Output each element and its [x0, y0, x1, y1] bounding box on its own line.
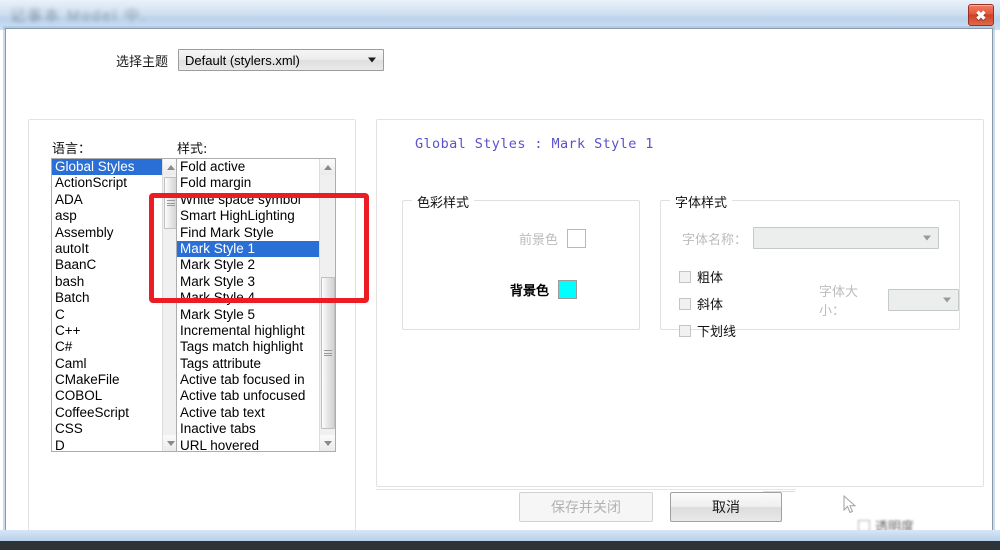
language-item[interactable]: CSS: [52, 421, 162, 437]
background-bottom-dark: [0, 541, 1000, 550]
style-listbox[interactable]: Fold active Fold margin White space symbol…: [176, 158, 336, 452]
checkbox-icon[interactable]: [679, 297, 691, 310]
font-size-select[interactable]: [888, 289, 959, 311]
language-item[interactable]: D: [52, 438, 162, 451]
chevron-down-icon: [368, 57, 377, 63]
style-caption: 样式:: [177, 142, 208, 157]
triangle-down-icon: [167, 440, 175, 446]
screenshot-root: 记事本 Model 中. ✖ 选择主题 Default (stylers.xml…: [0, 0, 1000, 550]
language-item[interactable]: ActionScript: [52, 175, 162, 191]
foreground-color-swatch[interactable]: [567, 229, 587, 248]
color-style-fieldset: 色彩样式 前景色 背景色: [402, 192, 640, 330]
style-item[interactable]: Inactive tabs: [177, 421, 319, 437]
foreground-color-row: 前景色: [519, 229, 587, 248]
background-color-label: 背景色: [510, 284, 550, 299]
style-scrollbar-thumb[interactable]: [321, 277, 335, 429]
font-style-checkbox-row[interactable]: 粗体: [679, 267, 736, 286]
style-item[interactable]: Mark Style 2: [177, 257, 319, 273]
style-scrollbar[interactable]: [319, 159, 335, 451]
style-item[interactable]: Tags attribute: [177, 356, 319, 372]
grip-icon: [167, 200, 175, 206]
background-window-title: 记事本 Model 中.: [10, 7, 148, 24]
style-item[interactable]: URL hovered: [177, 438, 319, 451]
style-item[interactable]: Fold active: [177, 159, 319, 175]
language-item[interactable]: CMakeFile: [52, 372, 162, 388]
style-item[interactable]: Mark Style 5: [177, 307, 319, 323]
color-style-legend: 色彩样式: [412, 192, 475, 211]
font-style-legend: 字体样式: [670, 192, 733, 211]
language-item[interactable]: bash: [52, 274, 162, 290]
font-size-label: 字体大小：: [819, 285, 859, 319]
style-scroll-up-button[interactable]: [320, 159, 335, 175]
chevron-down-icon: [923, 235, 932, 241]
close-icon: ✖: [975, 7, 987, 23]
cancel-button[interactable]: 取消: [670, 492, 782, 522]
font-style-checkbox-label: 下划线: [697, 325, 737, 340]
triangle-up-icon: [167, 164, 175, 170]
grip-icon: [324, 350, 332, 356]
font-name-select[interactable]: [753, 227, 940, 249]
style-list-items[interactable]: Fold active Fold margin White space symbol…: [177, 159, 319, 451]
style-item[interactable]: Smart HighLighting: [177, 208, 319, 224]
style-detail-group: Global Styles : Mark Style 1 色彩样式 前景色 背景…: [376, 119, 984, 487]
save-and-close-button[interactable]: 保存并关闭: [519, 492, 653, 522]
language-item[interactable]: autoIt: [52, 241, 162, 257]
close-window-button[interactable]: ✖: [968, 4, 994, 26]
font-style-fieldset: 字体样式 字体名称： 粗体斜体下划线 字体大小：: [660, 192, 960, 340]
lists-group: 语言： 样式: Global Styles ActionScript ADA asp A…: [28, 119, 356, 547]
footer-separator: [376, 489, 796, 490]
style-item[interactable]: Mark Style 1: [177, 240, 319, 258]
language-list-items[interactable]: Global Styles ActionScript ADA asp Assembly a…: [52, 159, 162, 451]
style-scroll-down-button[interactable]: [320, 435, 335, 451]
theme-select[interactable]: Default (stylers.xml): [178, 49, 385, 71]
font-name-row: 字体名称：: [682, 227, 940, 249]
language-item[interactable]: BaanC: [52, 257, 162, 273]
font-style-checkboxes: 粗体 斜体 下划线: [679, 267, 736, 348]
language-item[interactable]: Batch: [52, 290, 162, 306]
style-item[interactable]: Find Mark Style: [177, 225, 319, 241]
language-item[interactable]: ADA: [52, 192, 162, 208]
language-item[interactable]: Global Styles: [52, 159, 162, 176]
style-item[interactable]: Mark Style 4: [177, 290, 319, 306]
checkbox-icon[interactable]: [679, 270, 691, 283]
style-configurator-dialog: 选择主题 Default (stylers.xml) 语言： 样式: Globa…: [5, 28, 993, 550]
font-name-label: 字体名称：: [682, 232, 748, 248]
style-detail-title: Global Styles : Mark Style 1: [415, 136, 654, 152]
language-item[interactable]: CoffeeScript: [52, 405, 162, 421]
background-color-swatch[interactable]: [558, 280, 578, 299]
font-style-checkbox-row[interactable]: 斜体: [679, 294, 736, 313]
language-item[interactable]: Assembly: [52, 225, 162, 241]
language-caption: 语言：: [52, 142, 92, 157]
font-style-checkbox-row[interactable]: 下划线: [679, 321, 736, 340]
style-item[interactable]: Active tab unfocused: [177, 388, 319, 404]
theme-label: 选择主题: [116, 54, 169, 70]
language-item[interactable]: C: [52, 307, 162, 323]
language-item[interactable]: C#: [52, 339, 162, 355]
style-item[interactable]: Tags match highlight: [177, 339, 319, 355]
foreground-color-label: 前景色: [519, 233, 559, 248]
language-listbox[interactable]: Global Styles ActionScript ADA asp Assembly a…: [51, 158, 179, 452]
style-item[interactable]: White space symbol: [177, 192, 319, 208]
style-item[interactable]: Incremental highlight: [177, 323, 319, 339]
language-item[interactable]: C++: [52, 323, 162, 339]
theme-selector-row: 选择主题 Default (stylers.xml): [116, 49, 385, 71]
style-item[interactable]: Fold margin: [177, 175, 319, 191]
font-style-checkbox-label: 斜体: [697, 298, 724, 313]
chevron-down-icon: [943, 297, 951, 303]
triangle-down-icon: [324, 440, 332, 446]
font-size-row: 字体大小：: [819, 281, 959, 319]
language-item[interactable]: Caml: [52, 356, 162, 372]
checkbox-icon[interactable]: [679, 324, 691, 337]
language-item[interactable]: COBOL: [52, 388, 162, 404]
style-item[interactable]: Active tab focused in: [177, 372, 319, 388]
style-item[interactable]: Active tab text: [177, 405, 319, 421]
background-titlebar: [0, 0, 1000, 30]
theme-select-value: Default (stylers.xml): [185, 52, 300, 68]
triangle-up-icon: [324, 164, 332, 170]
language-item[interactable]: asp: [52, 208, 162, 224]
background-color-row: 背景色: [510, 280, 578, 299]
style-item[interactable]: Mark Style 3: [177, 274, 319, 290]
font-style-checkbox-label: 粗体: [697, 271, 724, 286]
